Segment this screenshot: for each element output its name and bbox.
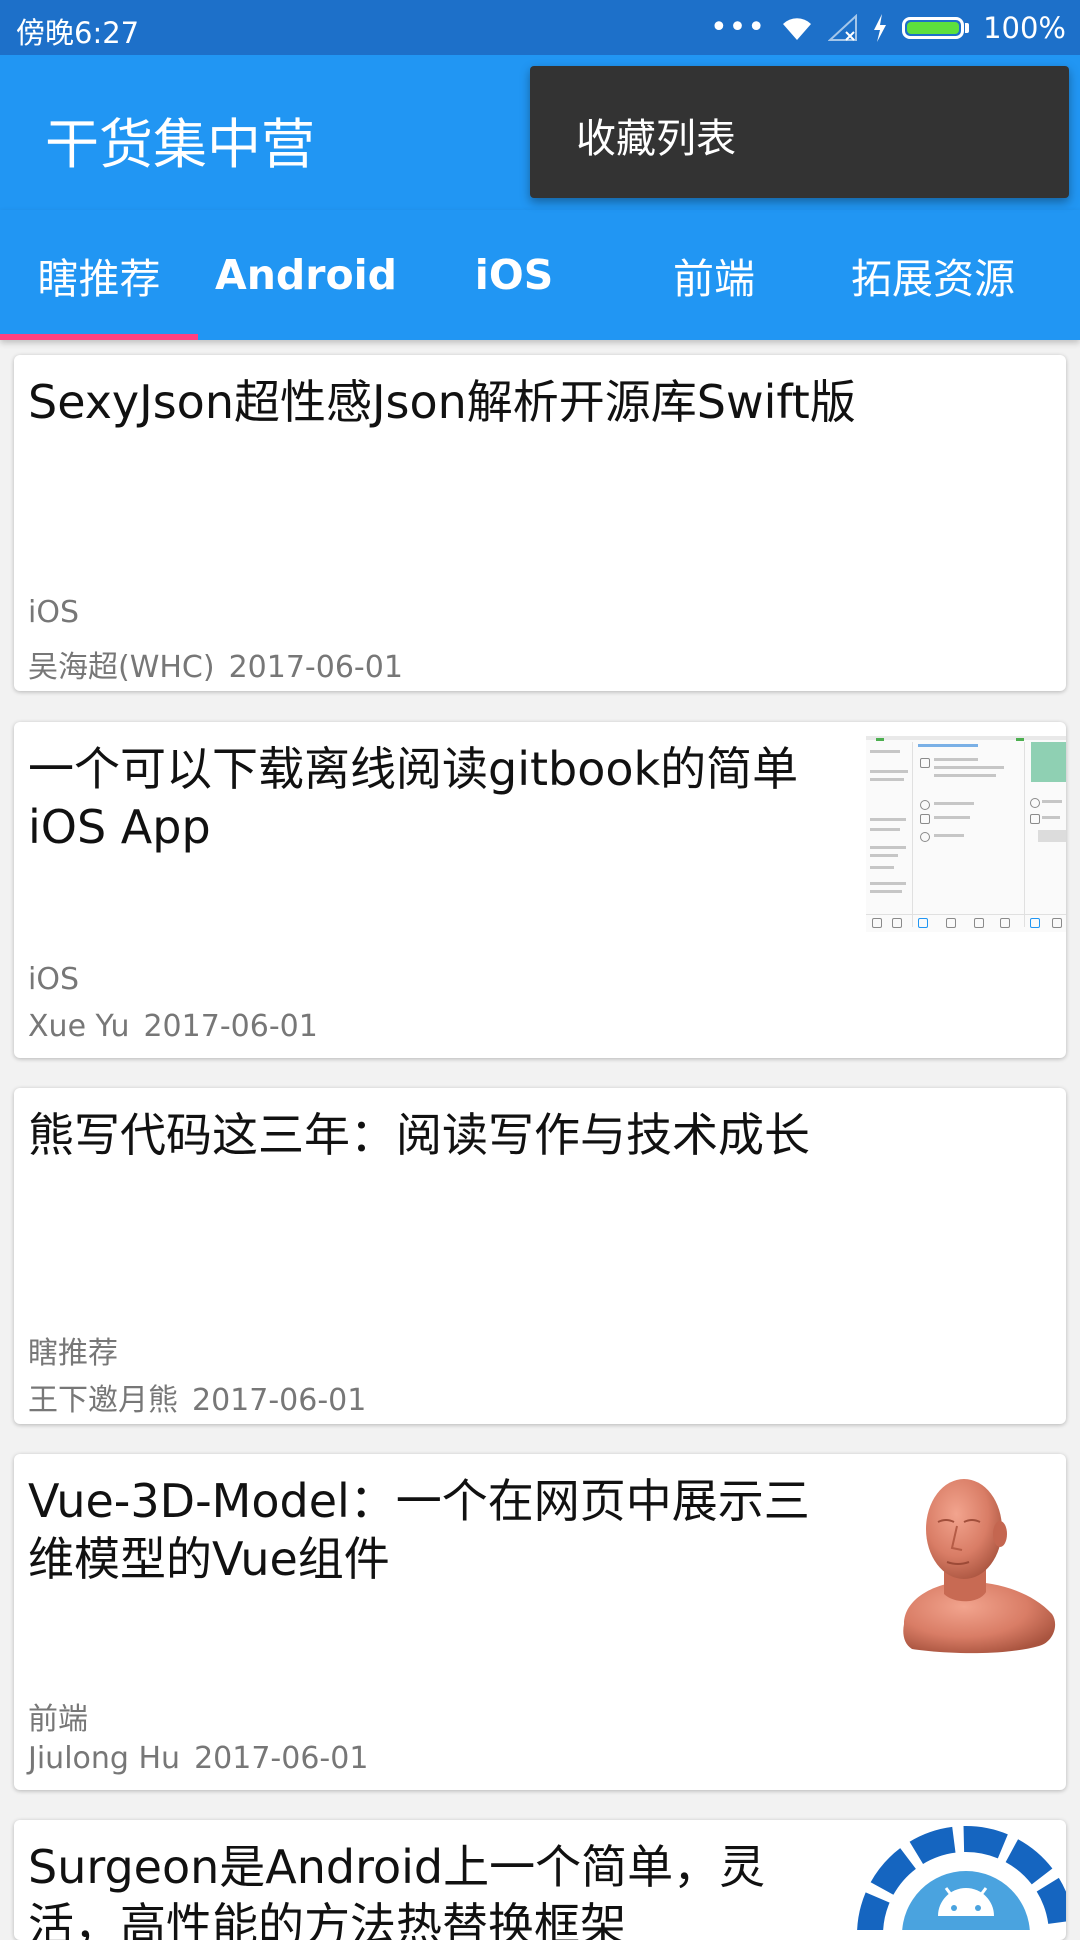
app-screenshot-image	[866, 736, 1066, 932]
android-logo-image	[856, 1820, 1066, 1940]
article-card[interactable]: Surgeon是Android上一个简单，灵 活，高性能的方法热替换框架	[14, 1820, 1066, 1940]
article-thumbnail	[866, 722, 1066, 932]
tab-frontend[interactable]: 前端	[614, 210, 814, 340]
tab-ios[interactable]: iOS	[414, 210, 614, 340]
article-author: Xue Yu	[28, 1009, 130, 1044]
article-card[interactable]: Vue-3D-Model：一个在网页中展示三 维模型的Vue组件 前端 Jiul…	[14, 1454, 1066, 1790]
tab-bar: 瞎推荐 Android iOS 前端 拓展资源	[0, 210, 1080, 340]
article-author: 王下邀月熊	[28, 1383, 178, 1418]
article-date: 2017-06-01	[194, 1741, 369, 1776]
signal-icon	[828, 14, 858, 41]
charging-icon	[874, 14, 887, 42]
article-category: iOS	[28, 962, 79, 997]
article-category: 瞎推荐	[28, 1336, 118, 1371]
article-card[interactable]: SexyJson超性感Json解析开源库Swift版 iOS 吴海超(WHC) 2…	[14, 355, 1066, 691]
app-title: 干货集中营	[45, 113, 315, 176]
more-dots-icon: •••	[709, 10, 767, 45]
3d-head-model-image	[864, 1464, 1066, 1674]
tab-resources[interactable]: 拓展资源	[814, 210, 1052, 340]
article-title: SexyJson超性感Json解析开源库Swift版	[28, 375, 856, 429]
article-meta: Jiulong Hu 2017-06-01	[28, 1741, 368, 1776]
article-card[interactable]: 熊写代码这三年：阅读写作与技术成长 瞎推荐 王下邀月熊 2017-06-01	[14, 1088, 1066, 1424]
wifi-icon	[783, 18, 812, 40]
article-title: Vue-3D-Model：一个在网页中展示三 维模型的Vue组件	[28, 1474, 810, 1586]
tab-recommend[interactable]: 瞎推荐	[0, 210, 198, 340]
tab-android[interactable]: Android	[198, 210, 414, 340]
article-title: Surgeon是Android上一个简单，灵 活，高性能的方法热替换框架	[28, 1840, 766, 1940]
article-meta: 吴海超(WHC) 2017-06-01	[28, 642, 403, 686]
article-meta: Xue Yu 2017-06-01	[28, 1009, 318, 1044]
article-date: 2017-06-01	[143, 1009, 318, 1044]
article-author: 吴海超(WHC)	[28, 650, 215, 685]
menu-item-favorites[interactable]: 收藏列表	[576, 106, 736, 164]
article-author: Jiulong Hu	[28, 1741, 181, 1776]
article-meta: 王下邀月熊 2017-06-01	[28, 1375, 366, 1419]
status-icons: ••• 100%	[710, 10, 1066, 46]
status-bar: 傍晚6:27 ••• 100%	[0, 0, 1080, 55]
article-category: iOS	[28, 595, 79, 630]
overflow-menu: 收藏列表	[530, 66, 1069, 198]
article-card[interactable]: 一个可以下载离线阅读gitbook的简单 iOS App iOS Xue Yu …	[14, 722, 1066, 1058]
tab-indicator	[0, 334, 198, 340]
article-category: 前端	[28, 1702, 88, 1737]
status-time: 傍晚6:27	[16, 16, 140, 50]
article-date: 2017-06-01	[228, 650, 403, 685]
article-title: 一个可以下载离线阅读gitbook的简单 iOS App	[28, 742, 799, 854]
battery-percentage: 100%	[983, 11, 1066, 45]
article-title: 熊写代码这三年：阅读写作与技术成长	[28, 1108, 810, 1162]
article-date: 2017-06-01	[192, 1383, 367, 1418]
battery-icon	[902, 17, 970, 39]
